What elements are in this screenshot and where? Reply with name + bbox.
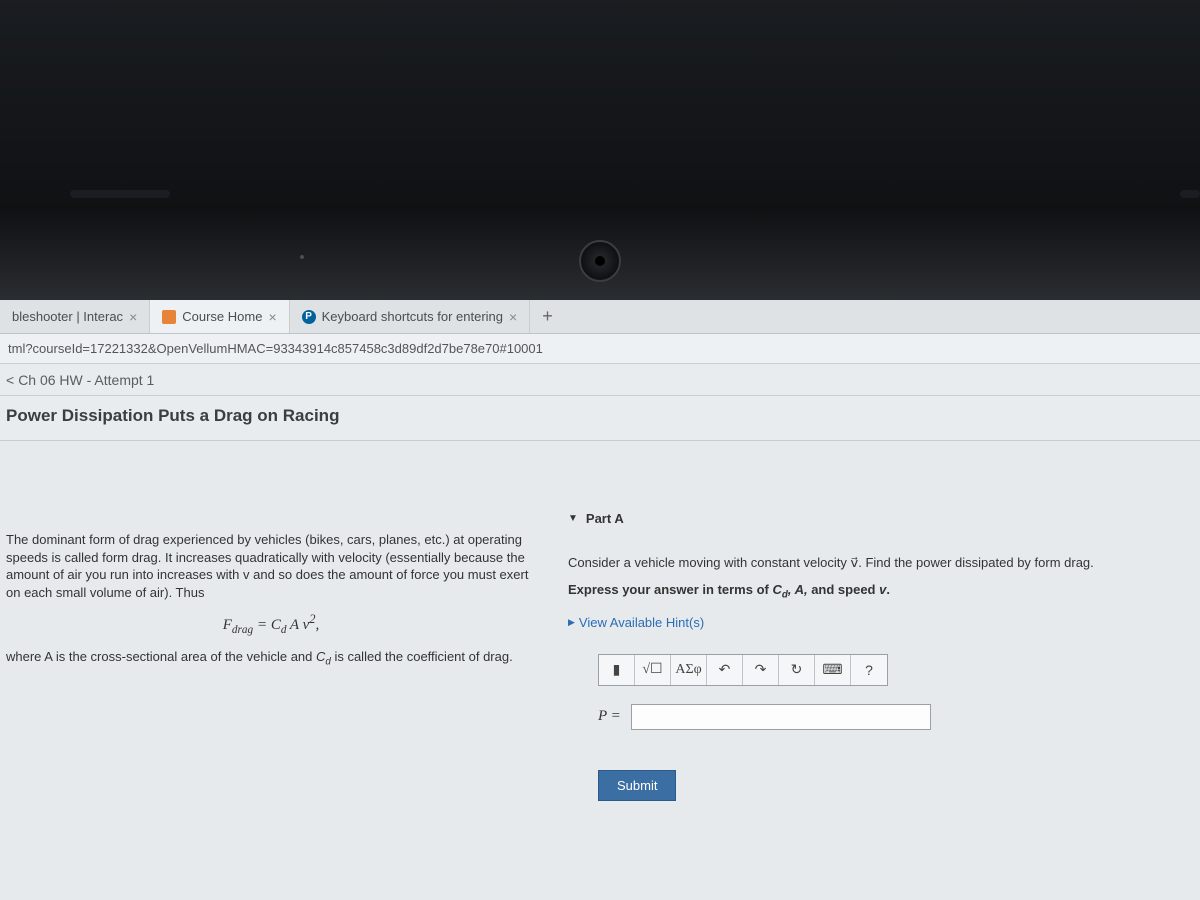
vent-right xyxy=(1180,190,1200,198)
view-hints-link[interactable]: ▶ View Available Hint(s) xyxy=(568,615,1170,630)
part-a-header[interactable]: ▼ Part A xyxy=(568,511,1170,526)
breadcrumb-link[interactable]: Ch 06 HW - Attempt 1 xyxy=(18,372,154,388)
expand-icon: ▶ xyxy=(568,617,575,628)
reset-button[interactable]: ↻ xyxy=(779,655,815,685)
answer-lhs: P = xyxy=(598,708,621,725)
tab-keyboard-shortcuts[interactable]: P Keyboard shortcuts for entering × xyxy=(290,300,531,333)
problem-description: The dominant form of drag experienced by… xyxy=(0,441,552,899)
favicon-course-icon xyxy=(162,310,176,324)
question-prompt: Consider a vehicle moving with constant … xyxy=(568,554,1170,572)
breadcrumb-back-icon[interactable]: < xyxy=(6,372,14,388)
drag-formula: Fdrag = Cd A v2, xyxy=(6,611,536,638)
url-text: tml?courseId=17221332&OpenVellumHMAC=933… xyxy=(8,341,543,356)
express-instruction: Express your answer in terms of Cd, A, a… xyxy=(568,582,1170,601)
explanation-paragraph: where A is the cross-sectional area of t… xyxy=(6,648,536,669)
new-tab-button[interactable]: + xyxy=(530,306,565,327)
tab-troubleshooter[interactable]: bleshooter | Interac × xyxy=(0,300,150,333)
part-label: Part A xyxy=(586,511,624,526)
tab-course-home[interactable]: Course Home × xyxy=(150,300,289,333)
greek-button[interactable]: ΑΣφ xyxy=(671,655,707,685)
collapse-icon: ▼ xyxy=(568,513,578,524)
breadcrumb: < Ch 06 HW - Attempt 1 xyxy=(0,364,1200,396)
hints-label: View Available Hint(s) xyxy=(579,615,704,630)
undo-button[interactable]: ↶ xyxy=(707,655,743,685)
screen-content: bleshooter | Interac × Course Home × P K… xyxy=(0,300,1200,900)
webcam-lens xyxy=(595,256,605,266)
sqrt-button[interactable]: √☐ xyxy=(635,655,671,685)
browser-tab-bar: bleshooter | Interac × Course Home × P K… xyxy=(0,300,1200,334)
tab-label: bleshooter | Interac xyxy=(12,309,123,324)
answer-input[interactable] xyxy=(631,704,931,730)
webcam xyxy=(579,240,621,282)
favicon-pearson-icon: P xyxy=(302,310,316,324)
close-icon[interactable]: × xyxy=(509,309,517,325)
url-bar[interactable]: tml?courseId=17221332&OpenVellumHMAC=933… xyxy=(0,334,1200,364)
tab-label: Course Home xyxy=(182,309,262,324)
intro-paragraph: The dominant form of drag experienced by… xyxy=(6,531,536,601)
answer-panel: ▼ Part A Consider a vehicle moving with … xyxy=(552,441,1200,899)
close-icon[interactable]: × xyxy=(268,309,276,325)
submit-button[interactable]: Submit xyxy=(598,770,676,801)
redo-button[interactable]: ↷ xyxy=(743,655,779,685)
equation-toolbar: ▮ √☐ ΑΣφ ↶ ↷ ↻ ⌨ ? xyxy=(598,654,888,686)
laptop-bezel xyxy=(0,0,1200,300)
sensor-dot xyxy=(300,255,304,259)
vent-left xyxy=(70,190,170,198)
templates-button[interactable]: ▮ xyxy=(599,655,635,685)
answer-input-row: P = xyxy=(598,704,1170,730)
page-title: Power Dissipation Puts a Drag on Racing xyxy=(0,396,1200,441)
help-button[interactable]: ? xyxy=(851,655,887,685)
main-content: The dominant form of drag experienced by… xyxy=(0,441,1200,899)
answer-box: ▮ √☐ ΑΣφ ↶ ↷ ↻ ⌨ ? P = xyxy=(598,654,1170,730)
close-icon[interactable]: × xyxy=(129,309,137,325)
tab-label: Keyboard shortcuts for entering xyxy=(322,309,503,324)
keyboard-button[interactable]: ⌨ xyxy=(815,655,851,685)
